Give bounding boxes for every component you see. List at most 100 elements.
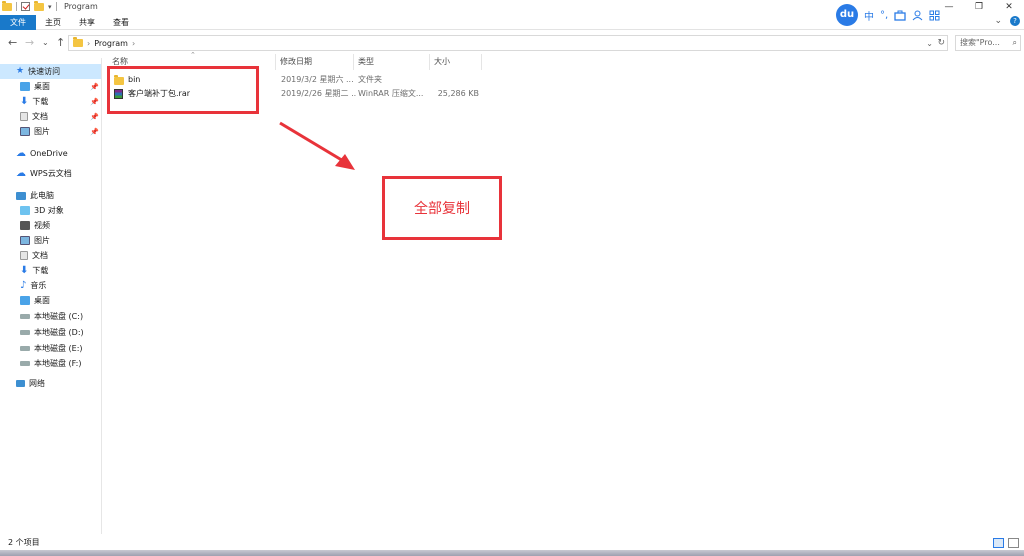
nav-label: 快速访问 bbox=[28, 67, 61, 76]
nav-downloads[interactable]: ⬇ 下载 bbox=[20, 94, 48, 109]
nav-label: 图片 bbox=[34, 236, 50, 245]
refresh-button[interactable]: ↻ bbox=[937, 38, 945, 48]
large-icons-view-icon[interactable] bbox=[1008, 538, 1019, 548]
details-view-icon[interactable] bbox=[993, 538, 1004, 548]
cube-icon bbox=[20, 206, 30, 215]
computer-icon bbox=[16, 191, 26, 200]
quick-access-toolbar: ▾ bbox=[2, 0, 57, 11]
nav-quick-access[interactable]: ★ 快速访问 bbox=[0, 64, 101, 79]
annotation-callout-box: 全部复制 bbox=[382, 176, 502, 240]
tab-file[interactable]: 文件 bbox=[0, 15, 36, 30]
nav-label: 本地磁盘 (C:) bbox=[34, 312, 84, 321]
help-icon[interactable]: ? bbox=[1010, 16, 1020, 26]
item-count: 2 个项目 bbox=[8, 538, 40, 547]
pin-icon[interactable]: 📌 bbox=[90, 128, 99, 136]
nav-3d-objects[interactable]: 3D 对象 bbox=[20, 203, 64, 218]
restore-button[interactable]: ❐ bbox=[964, 0, 994, 15]
ime-punctuation[interactable]: °, bbox=[880, 10, 888, 21]
toolbox-icon[interactable] bbox=[894, 10, 906, 21]
nav-label: 本地磁盘 (E:) bbox=[34, 344, 83, 353]
user-icon[interactable] bbox=[912, 10, 923, 21]
annotation-text: 全部复制 bbox=[414, 201, 470, 217]
forward-button[interactable]: → bbox=[25, 36, 34, 49]
recent-locations-button[interactable]: ⌄ bbox=[42, 38, 49, 47]
back-button[interactable]: ← bbox=[8, 36, 17, 49]
nav-documents[interactable]: 文档 bbox=[20, 109, 48, 124]
desktop-icon bbox=[20, 296, 30, 305]
nav-label: 3D 对象 bbox=[34, 206, 64, 215]
cloud-icon: ☁ bbox=[16, 148, 26, 159]
nav-drive-d[interactable]: 本地磁盘 (D:) bbox=[20, 325, 84, 340]
nav-wps-cloud[interactable]: ☁ WPS云文档 bbox=[16, 166, 72, 181]
folder-icon bbox=[2, 0, 12, 11]
drive-icon bbox=[20, 361, 30, 366]
nav-downloads-pc[interactable]: ⬇ 下载 bbox=[20, 263, 48, 278]
network-icon bbox=[16, 380, 25, 387]
search-icon[interactable]: ⌕ bbox=[1013, 36, 1017, 50]
nav-drive-c[interactable]: 本地磁盘 (C:) bbox=[20, 309, 83, 324]
pin-icon[interactable]: 📌 bbox=[90, 98, 99, 106]
pin-icon[interactable]: 📌 bbox=[90, 83, 99, 91]
file-size: 25,286 KB bbox=[437, 89, 479, 98]
nav-label: 文档 bbox=[32, 251, 48, 260]
tab-home[interactable]: 主页 bbox=[38, 15, 68, 30]
column-header-date[interactable]: 修改日期 bbox=[276, 54, 354, 70]
nav-label: 网络 bbox=[29, 379, 45, 388]
column-header-type[interactable]: 类型 bbox=[354, 54, 430, 70]
nav-drive-f[interactable]: 本地磁盘 (F:) bbox=[20, 356, 81, 371]
file-type: WinRAR 压缩文... bbox=[358, 89, 424, 98]
expand-ribbon-icon[interactable]: ⌄ bbox=[994, 16, 1002, 26]
download-icon: ⬇ bbox=[20, 96, 29, 107]
nav-label: OneDrive bbox=[30, 149, 68, 158]
nav-label: 桌面 bbox=[34, 296, 50, 305]
close-button[interactable]: ✕ bbox=[994, 0, 1024, 15]
up-button[interactable]: ↑ bbox=[56, 36, 65, 49]
pin-icon[interactable]: 📌 bbox=[90, 113, 99, 121]
nav-onedrive[interactable]: ☁ OneDrive bbox=[16, 146, 68, 161]
tab-view[interactable]: 查看 bbox=[106, 15, 136, 30]
nav-label: 桌面 bbox=[34, 82, 50, 91]
nav-pictures-pc[interactable]: 图片 bbox=[20, 233, 50, 248]
baidu-ime-logo[interactable]: du bbox=[836, 4, 858, 26]
breadcrumb-item[interactable]: Program bbox=[94, 39, 128, 48]
nav-desktop-pc[interactable]: 桌面 bbox=[20, 293, 50, 308]
new-folder-icon[interactable] bbox=[34, 0, 44, 11]
nav-desktop[interactable]: 桌面 bbox=[20, 79, 50, 94]
address-field[interactable]: › Program › ⌄ ↻ bbox=[68, 35, 948, 51]
tab-share[interactable]: 共享 bbox=[72, 15, 102, 30]
nav-label: 下载 bbox=[32, 97, 49, 106]
ime-chinese-mode[interactable]: 中 bbox=[864, 8, 874, 23]
nav-videos[interactable]: 视频 bbox=[20, 218, 50, 233]
divider bbox=[16, 2, 17, 11]
download-icon: ⬇ bbox=[20, 265, 29, 276]
drive-icon bbox=[20, 314, 30, 319]
nav-network[interactable]: 网络 bbox=[16, 376, 45, 391]
address-toolbar: ← → ⌄ ↑ › Program › ⌄ ↻ 搜索"Pro... ⌕ bbox=[0, 33, 1024, 53]
grid-menu-icon[interactable] bbox=[929, 10, 940, 21]
drive-icon bbox=[20, 346, 30, 351]
picture-icon bbox=[20, 236, 30, 245]
desktop-icon bbox=[20, 82, 30, 91]
breadcrumb-separator-icon: › bbox=[131, 38, 136, 48]
navigation-pane: ★ 快速访问 桌面 📌 ⬇ 下载 📌 文档 📌 图片 📌 ☁ OneDrive … bbox=[0, 58, 102, 534]
star-icon: ★ bbox=[16, 66, 25, 76]
nav-music[interactable]: ♪ 音乐 bbox=[20, 278, 46, 293]
properties-icon[interactable] bbox=[21, 2, 30, 11]
nav-pictures[interactable]: 图片 bbox=[20, 124, 50, 139]
column-header-size[interactable]: 大小 bbox=[430, 54, 482, 70]
nav-documents-pc[interactable]: 文档 bbox=[20, 248, 48, 263]
nav-this-pc[interactable]: 此电脑 bbox=[16, 188, 54, 203]
folder-icon bbox=[73, 37, 83, 47]
address-history-icon[interactable]: ⌄ bbox=[926, 39, 933, 48]
search-input[interactable]: 搜索"Pro... ⌕ bbox=[955, 35, 1021, 51]
file-type: 文件夹 bbox=[358, 75, 382, 84]
annotation-selection-box bbox=[107, 66, 259, 114]
nav-label: 此电脑 bbox=[30, 191, 54, 200]
sort-ascending-icon: ⌃ bbox=[190, 51, 196, 59]
nav-drive-e[interactable]: 本地磁盘 (E:) bbox=[20, 341, 83, 356]
annotation-arrow-icon bbox=[279, 121, 355, 170]
customize-toolbar-icon[interactable]: ▾ bbox=[48, 3, 52, 11]
taskbar-strip bbox=[0, 550, 1024, 556]
search-placeholder: 搜索"Pro... bbox=[960, 38, 1000, 47]
breadcrumb-separator-icon: › bbox=[87, 38, 91, 48]
